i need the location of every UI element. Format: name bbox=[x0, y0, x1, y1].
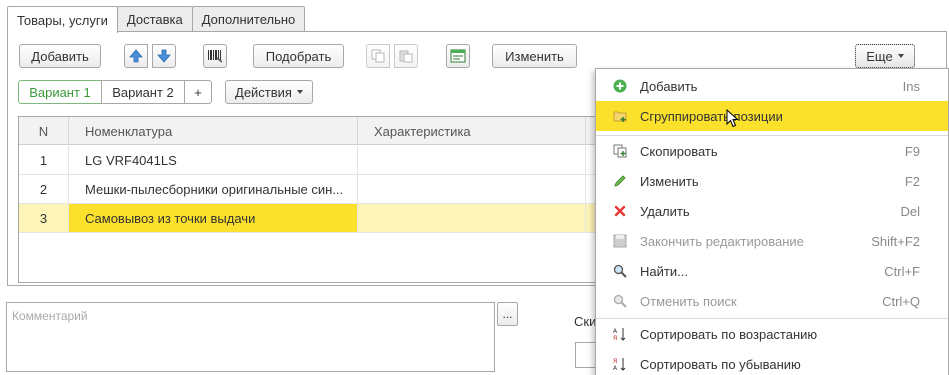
delete-icon bbox=[614, 205, 626, 217]
move-up-button[interactable] bbox=[124, 44, 148, 68]
group-icon bbox=[613, 111, 627, 122]
svg-text:Я: Я bbox=[613, 335, 617, 341]
table-row[interactable]: 2 Мешки-пылесборники оригинальные син... bbox=[19, 175, 597, 204]
column-header-n[interactable]: N bbox=[19, 117, 69, 145]
goods-table: N Номенклатура Характеристика 1 LG VRF40… bbox=[18, 116, 598, 283]
more-button[interactable]: Еще bbox=[855, 44, 915, 68]
more-menu: Добавить Ins Сгруппировать позиции Скопи… bbox=[595, 68, 949, 375]
paste-icon bbox=[399, 50, 413, 63]
table-row-selected[interactable]: 3 Самовывоз из точки выдачи bbox=[19, 204, 597, 233]
menu-item-label: Сортировать по убыванию bbox=[640, 356, 801, 372]
cancel-search-icon bbox=[613, 294, 627, 308]
row-characteristic[interactable] bbox=[358, 204, 586, 232]
menu-item-shortcut: Del bbox=[900, 203, 920, 219]
tab-bar: Товары, услуги Доставка Дополнительно bbox=[7, 6, 306, 33]
row-item[interactable]: Мешки-пылесборники оригинальные син... bbox=[69, 175, 358, 203]
row-number: 2 bbox=[19, 175, 69, 203]
menu-item-label: Скопировать bbox=[640, 143, 718, 159]
move-down-button[interactable] bbox=[152, 44, 176, 68]
table-header: N Номенклатура Характеристика bbox=[19, 117, 597, 145]
menu-item-find[interactable]: Найти... Ctrl+F bbox=[596, 256, 948, 286]
tab-variant-2[interactable]: Вариант 2 bbox=[101, 80, 185, 104]
row-item[interactable]: Самовывоз из точки выдачи bbox=[69, 204, 358, 232]
tab-additional[interactable]: Дополнительно bbox=[191, 6, 306, 32]
menu-item-shortcut: Ins bbox=[902, 78, 920, 94]
row-number: 1 bbox=[19, 146, 69, 174]
svg-text:A: A bbox=[613, 328, 618, 335]
menu-item-label: Отменить поиск bbox=[640, 293, 737, 309]
menu-item-label: Сгруппировать позиции bbox=[640, 108, 783, 124]
actions-button[interactable]: Действия bbox=[225, 80, 313, 104]
menu-item-label: Сортировать по возрастанию bbox=[640, 326, 818, 342]
menu-item-end-editing[interactable]: Закончить редактирование Shift+F2 bbox=[596, 226, 948, 256]
report-icon bbox=[450, 49, 466, 63]
save-icon bbox=[613, 234, 627, 248]
mouse-cursor-icon bbox=[726, 109, 739, 128]
table-row[interactable]: 1 LG VRF4041LS bbox=[19, 146, 597, 175]
edit-button[interactable]: Изменить bbox=[492, 44, 577, 68]
tab-delivery[interactable]: Доставка bbox=[116, 6, 193, 32]
menu-item-edit[interactable]: Изменить F2 bbox=[596, 166, 948, 196]
menu-item-delete[interactable]: Удалить Del bbox=[596, 196, 948, 226]
pick-button[interactable]: Подобрать bbox=[253, 44, 344, 68]
more-label: Еще bbox=[866, 48, 893, 64]
arrow-up-icon bbox=[129, 49, 143, 63]
svg-text:Я: Я bbox=[613, 358, 617, 365]
search-icon bbox=[613, 264, 627, 278]
menu-item-copy[interactable]: Скопировать F9 bbox=[596, 136, 948, 166]
paste-button[interactable] bbox=[394, 44, 418, 68]
menu-item-group-positions[interactable]: Сгруппировать позиции bbox=[596, 101, 948, 131]
menu-item-add[interactable]: Добавить Ins bbox=[596, 71, 948, 101]
column-header-item[interactable]: Номенклатура bbox=[69, 117, 358, 145]
menu-item-label: Найти... bbox=[640, 263, 688, 279]
menu-item-shortcut: Shift+F2 bbox=[871, 233, 920, 249]
menu-item-shortcut: F2 bbox=[904, 173, 920, 189]
row-characteristic[interactable] bbox=[358, 175, 586, 203]
actions-label: Действия bbox=[235, 84, 292, 100]
svg-text:A: A bbox=[613, 365, 618, 371]
menu-item-sort-desc[interactable]: ЯA Сортировать по убыванию bbox=[596, 349, 948, 375]
pencil-icon bbox=[614, 175, 626, 187]
report-button[interactable] bbox=[446, 44, 470, 68]
sort-desc-icon: ЯA bbox=[613, 358, 626, 371]
menu-item-shortcut: Ctrl+Q bbox=[882, 293, 920, 309]
menu-item-shortcut: Ctrl+F bbox=[884, 263, 920, 279]
tab-goods-services[interactable]: Товары, услуги bbox=[7, 6, 118, 33]
comment-field[interactable]: Комментарий bbox=[6, 302, 495, 372]
menu-item-shortcut: F9 bbox=[904, 143, 920, 159]
add-button[interactable]: Добавить bbox=[19, 44, 101, 68]
menu-item-label: Изменить bbox=[640, 173, 699, 189]
chevron-down-icon bbox=[897, 54, 904, 58]
add-variant-button[interactable]: + bbox=[184, 80, 212, 104]
sort-asc-icon: AЯ bbox=[613, 328, 626, 341]
comment-expand-button[interactable]: ... bbox=[497, 302, 518, 326]
copy-button[interactable] bbox=[366, 44, 390, 68]
copy-icon bbox=[613, 144, 627, 158]
row-item[interactable]: LG VRF4041LS bbox=[69, 146, 358, 174]
tab-variant-1[interactable]: Вариант 1 bbox=[18, 80, 102, 104]
menu-item-label: Добавить bbox=[640, 78, 698, 94]
chevron-down-icon bbox=[296, 90, 303, 94]
menu-item-label: Закончить редактирование bbox=[640, 233, 804, 249]
copy-icon bbox=[371, 49, 385, 63]
barcode-icon bbox=[208, 50, 223, 63]
menu-item-cancel-search[interactable]: Отменить поиск Ctrl+Q bbox=[596, 286, 948, 316]
menu-item-label: Удалить bbox=[640, 203, 690, 219]
discount-label: Ски bbox=[574, 314, 597, 329]
add-icon bbox=[613, 79, 627, 93]
column-header-characteristic[interactable]: Характеристика bbox=[358, 117, 586, 145]
row-characteristic[interactable] bbox=[358, 146, 586, 174]
arrow-down-icon bbox=[157, 49, 171, 63]
row-number: 3 bbox=[19, 204, 69, 232]
barcode-button[interactable] bbox=[203, 44, 227, 68]
menu-item-sort-asc[interactable]: AЯ Сортировать по возрастанию bbox=[596, 319, 948, 349]
